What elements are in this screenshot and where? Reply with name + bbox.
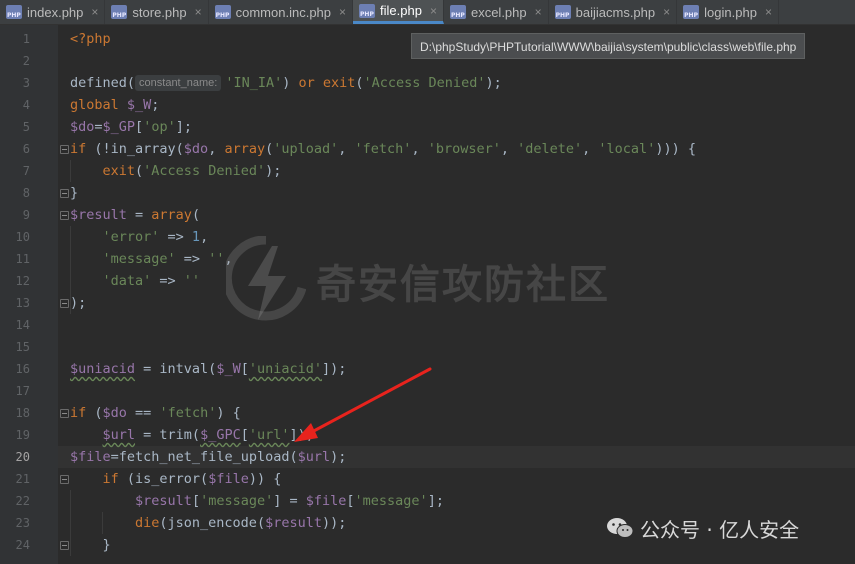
red-arrow-annotation [294,367,432,442]
